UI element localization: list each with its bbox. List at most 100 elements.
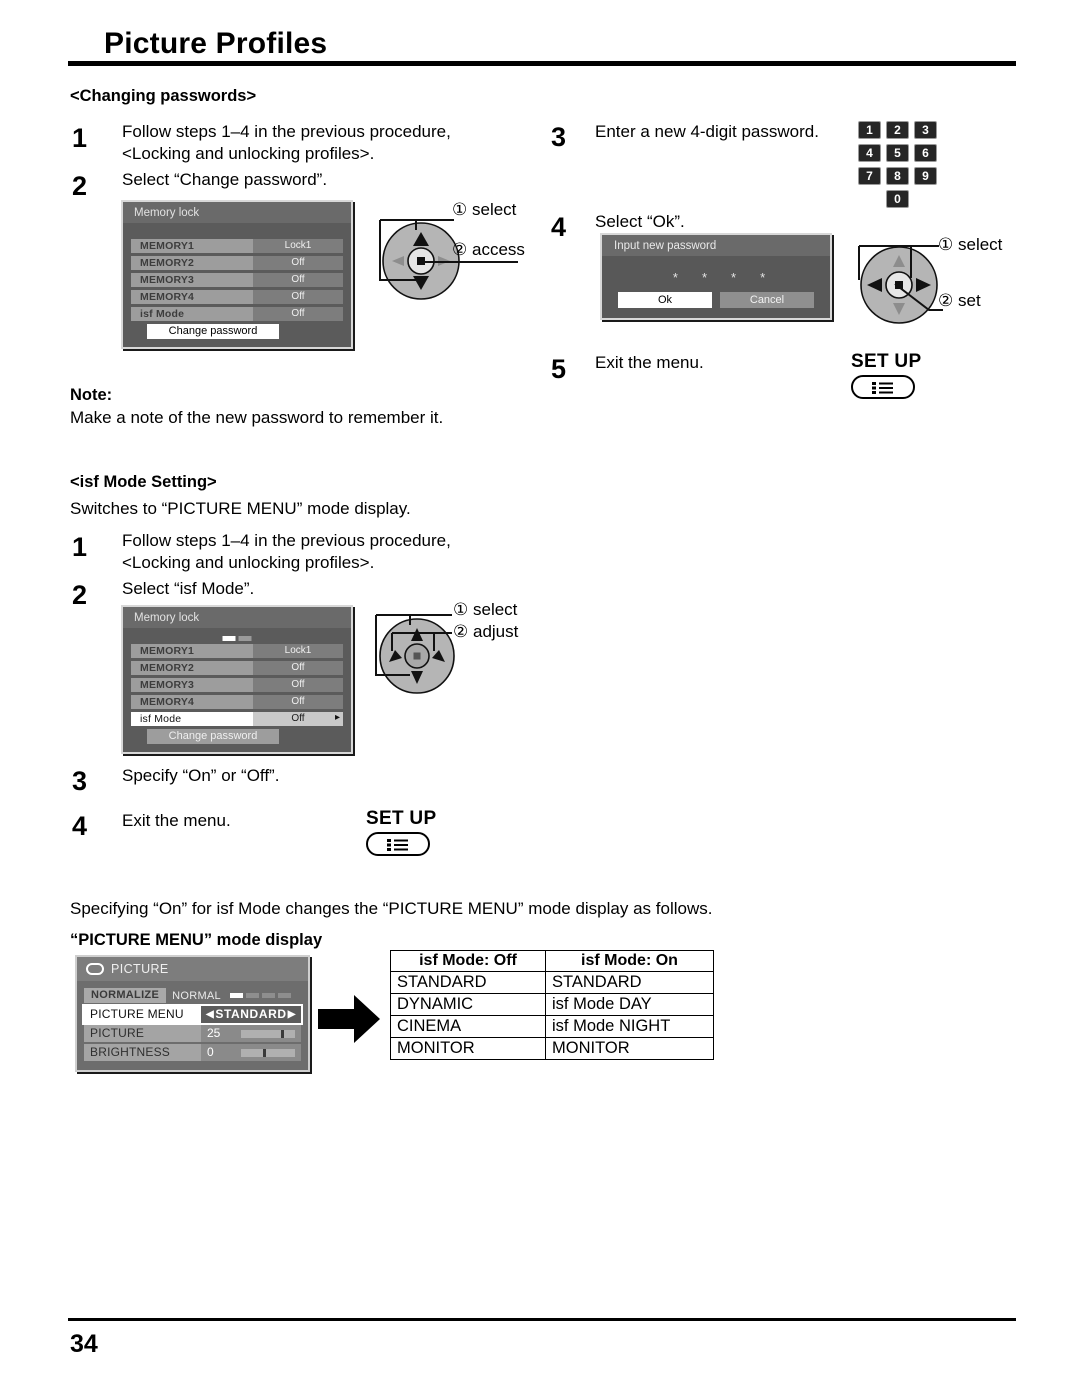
row-label: BRIGHTNESS [84,1044,201,1061]
manual-page: Picture Profiles <Changing passwords> 1 … [0,0,1080,1397]
step-1a-line-2: <Locking and unlocking profiles>. [122,144,375,163]
picture-menu-display-heading: “PICTURE MENU” mode display [70,931,323,949]
step-4b-text: Exit the menu. [122,811,231,830]
osd-row-memory3[interactable]: MEMORY3 Off [131,678,343,692]
osd-row-isf-mode[interactable]: isf Mode Off [131,307,343,321]
osd-row-memory2[interactable]: MEMORY2 Off [131,661,343,675]
password-char-3: * [731,270,737,285]
note-text: Make a note of the new password to remem… [70,408,444,427]
key-6[interactable]: 6 [914,144,937,162]
osd-value: Off [253,695,343,709]
setup-button-1[interactable]: SET UP [851,351,921,399]
osd-title: Memory lock [123,202,351,223]
osd-row-memory2[interactable]: MEMORY2 Off [131,256,343,270]
osd-value: Off [253,661,343,675]
normalize-button[interactable]: NORMALIZE [84,988,167,1003]
key-8[interactable]: 8 [886,167,909,185]
slider-knob[interactable] [280,1030,284,1038]
picture-row-picture[interactable]: PICTURE 25 [84,1025,301,1042]
dial-adjust-callout-2: ② adjust [453,622,518,642]
step-2a-text: Select “Change password”. [122,170,328,189]
osd-row-memory3[interactable]: MEMORY3 Off [131,273,343,287]
key-9[interactable]: 9 [914,167,937,185]
slider-knob[interactable] [263,1049,267,1057]
osd-memory-lock-2[interactable]: Memory lock MEMORY1 Lock1 MEMORY2 Off ME… [121,605,353,754]
osd-picture-menu[interactable]: PICTURE NORMALIZE NORMAL PICTURE MENU ◀ … [75,955,310,1072]
key-3[interactable]: 3 [914,121,937,139]
step-2b-text: Select “isf Mode”. [122,579,255,598]
step-3a-text: Enter a new 4-digit password. [595,122,819,141]
section-heading-changing-passwords: <Changing passwords> [70,87,257,105]
callout-label: access [471,240,525,259]
setup-icon-button[interactable] [366,832,430,856]
page-dot [278,993,291,998]
key-0[interactable]: 0 [886,190,909,208]
key-2[interactable]: 2 [886,121,909,139]
step-1b-line-2: <Locking and unlocking profiles>. [122,553,375,572]
callout-label: set [957,291,981,310]
setup-button-2[interactable]: SET UP [366,808,436,856]
input-new-password-dialog[interactable]: Input new password * * * * Ok Cancel [600,233,832,320]
isf-mode-comparison-table: isf Mode: Off isf Mode: On STANDARD STAN… [390,950,714,1060]
password-masked-field[interactable]: * * * * [612,270,820,285]
password-char-1: * [672,270,678,285]
flow-arrow-icon [318,995,380,1048]
right-arrow-icon[interactable]: ▶ [288,1006,296,1023]
osd-memory-lock-1[interactable]: Memory lock MEMORY1 Lock1 MEMORY2 Off ME… [121,200,353,349]
page-dot-active [230,993,243,998]
osd-row-memory1[interactable]: MEMORY1 Lock1 [131,644,343,658]
page-number: 34 [70,1330,98,1358]
table-cell: STANDARD [390,971,546,994]
brightness-slider[interactable] [241,1049,295,1057]
row-value-container[interactable]: ◀ STANDARD ▶ [201,1006,301,1023]
left-arrow-icon[interactable]: ◀ [206,1006,214,1023]
osd-title: Memory lock [123,607,351,628]
table-cell: DYNAMIC [390,993,546,1016]
osd-change-password-button[interactable]: Change password [147,324,279,339]
table-cell: isf Mode NIGHT [545,1015,714,1038]
table-header-on: isf Mode: On [545,950,714,972]
callout-number: ② [453,622,469,641]
row-value: 0 [207,1045,214,1059]
remote-numeric-keypad[interactable]: 1 2 3 4 5 6 7 8 9 0 [858,121,937,213]
osd-label: MEMORY1 [131,644,253,658]
table-row: CINEMA isf Mode NIGHT [390,1015,714,1038]
picture-row-picture-menu[interactable]: PICTURE MENU ◀ STANDARD ▶ [82,1004,303,1025]
osd-change-password-button[interactable]: Change password [147,729,279,744]
table-cell: MONITOR [390,1037,546,1060]
osd-value: Off [253,273,343,287]
step-number-1b: 1 [72,532,88,562]
dialog-ok-button[interactable]: Ok [618,292,712,308]
row-value-container[interactable]: 0 [201,1044,301,1061]
table-row: STANDARD STANDARD [390,971,714,994]
dialog-cancel-button[interactable]: Cancel [720,292,814,308]
dialog-title: Input new password [602,235,830,256]
osd-row-memory1[interactable]: MEMORY1 Lock1 [131,239,343,253]
table-cell: MONITOR [545,1037,714,1060]
setup-icon-button[interactable] [851,375,915,399]
table-row: DYNAMIC isf Mode DAY [390,993,714,1016]
note-label: Note: [70,386,113,404]
menu-list-icon [872,382,893,394]
picture-row-brightness[interactable]: BRIGHTNESS 0 [84,1044,301,1061]
page-dot [238,636,252,641]
callout-label: select [957,235,1003,254]
key-7[interactable]: 7 [858,167,881,185]
osd-row-isf-mode-selected[interactable]: isf Mode Off [131,711,343,726]
osd-value: Off [253,256,343,270]
table-cell: CINEMA [390,1015,546,1038]
step-number-2a: 2 [72,171,88,201]
picture-slider[interactable] [241,1030,295,1038]
page-dot [246,993,259,998]
osd-label: MEMORY2 [131,256,253,270]
callout-number: ① [453,600,469,619]
osd-value: Off [253,290,343,304]
key-4[interactable]: 4 [858,144,881,162]
key-5[interactable]: 5 [886,144,909,162]
key-1[interactable]: 1 [858,121,881,139]
osd-row-memory4[interactable]: MEMORY4 Off [131,290,343,304]
osd-row-memory4[interactable]: MEMORY4 Off [131,695,343,709]
callout-number: ① [452,200,468,219]
step-number-3b: 3 [72,766,88,796]
row-value-container[interactable]: 25 [201,1025,301,1042]
